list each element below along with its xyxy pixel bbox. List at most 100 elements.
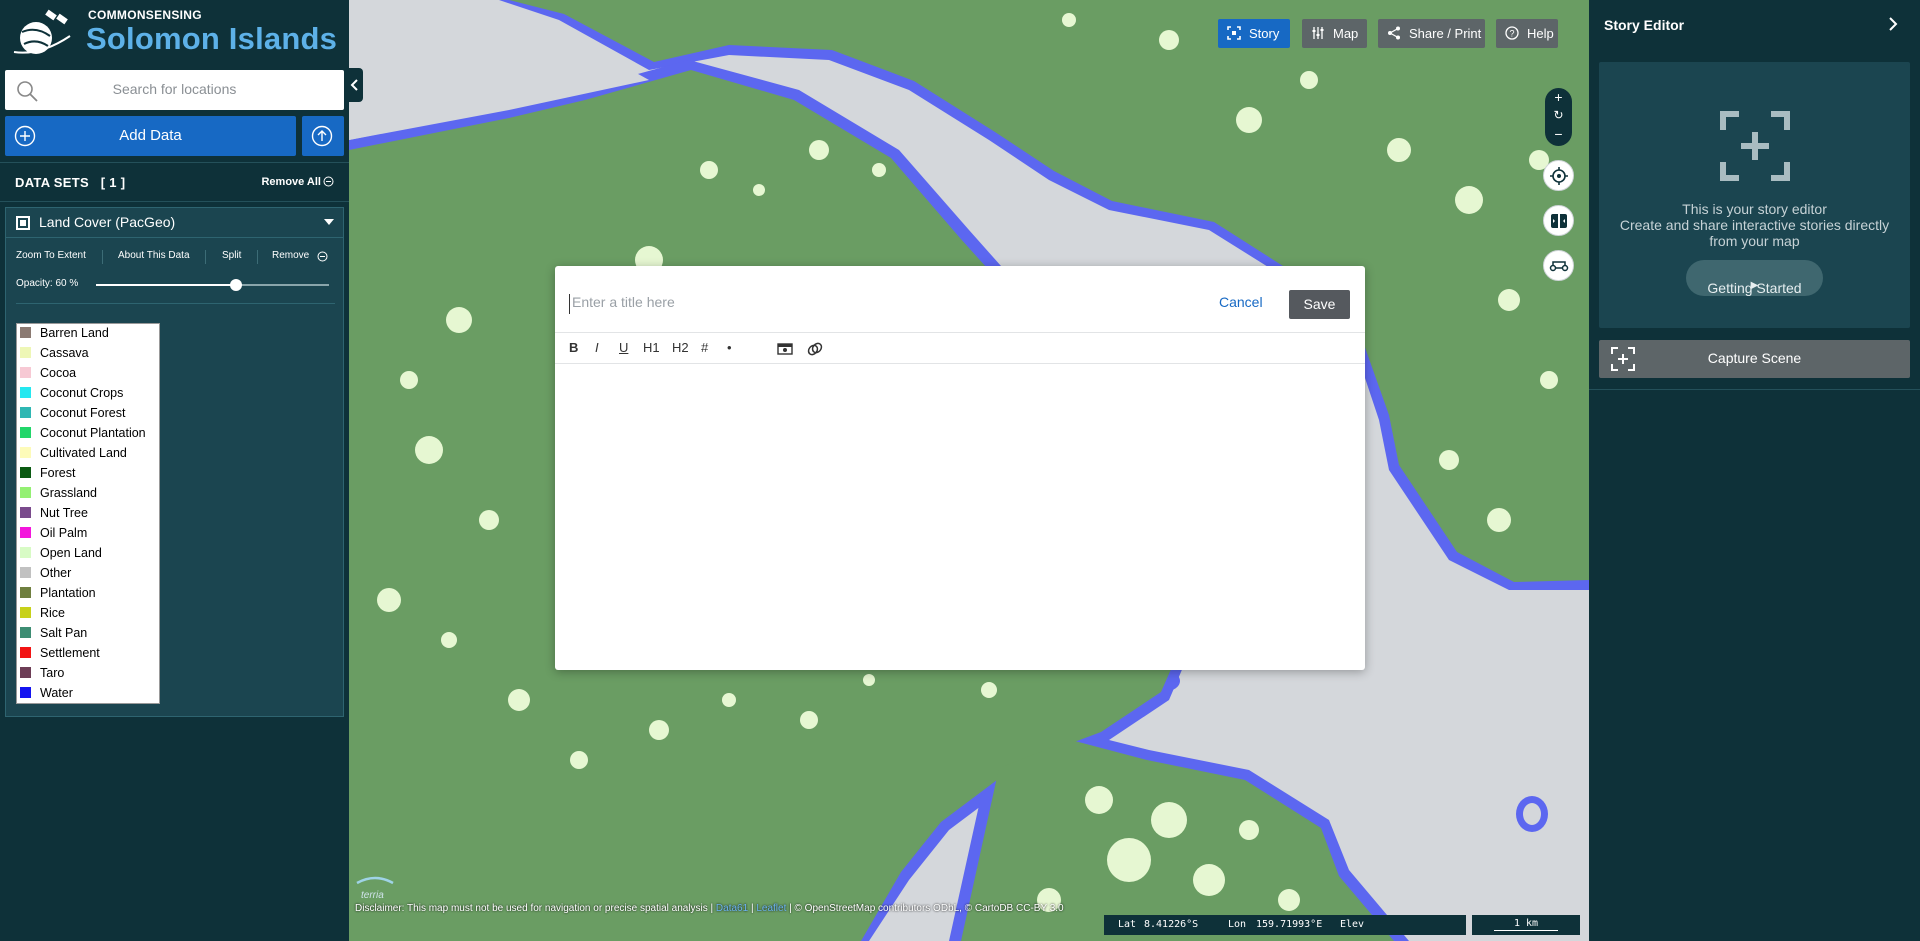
legend-label: Cultivated Land [40,446,127,460]
brand-header[interactable]: COMMONSENSING Solomon Islands [0,0,349,66]
split-button[interactable]: Split [222,250,241,261]
legend-swatch [20,387,31,398]
data61-link[interactable]: Data61 [716,903,748,914]
capture-scene-button[interactable]: Capture Scene [1599,340,1910,378]
italic-button[interactable]: I [595,340,599,358]
dataset-name: Land Cover (PacGeo) [39,214,176,230]
lat-value: 8.41226°S [1144,919,1199,930]
story-body-editor[interactable] [555,364,1365,670]
legend-label: Nut Tree [40,506,88,520]
legend-item: Settlement [17,644,159,664]
legend-swatch [20,527,31,538]
heading2-button[interactable]: H2 [672,340,689,358]
heading1-button[interactable]: H1 [643,340,660,358]
opacity-label: Opacity: 60 % [16,278,79,289]
disclaimer-text: Disclaimer: This map must not be used fo… [355,903,708,914]
terria-label: terria [361,890,384,901]
story-editor-title: Story Editor [1604,17,1685,33]
numbered-list-button[interactable]: # [701,340,708,358]
legend-swatch [20,367,31,378]
legend-label: Forest [40,466,76,480]
legend-swatch [20,407,31,418]
legend-swatch [20,667,31,678]
chevron-right-icon[interactable] [1888,17,1898,31]
legend-label: Oil Palm [40,526,88,540]
intro-line-1: This is your story editor [1682,201,1827,217]
locate-me-button[interactable] [1543,160,1574,191]
legend-item: Water [17,684,159,704]
refresh-icon[interactable]: ↻ [1545,108,1572,122]
crosshair-icon [1550,167,1568,185]
legend-label: Coconut Forest [40,406,126,420]
cancel-button[interactable]: Cancel [1219,294,1263,310]
zoom-out-icon[interactable]: − [1545,126,1572,142]
zoom-in-icon[interactable]: + [1545,89,1572,105]
attribution-bar: Disclaimer: This map must not be used fo… [355,903,1064,914]
getting-started-button[interactable]: ▶ Getting Started [1686,260,1823,296]
sliders-icon [1312,27,1324,39]
map-button-label: Map [1333,26,1359,41]
legend-swatch [20,587,31,598]
legend-item: Cocoa [17,364,159,384]
remove-all-button[interactable]: Remove All [261,176,321,188]
share-print-button[interactable]: Share / Print [1378,19,1485,48]
about-this-data-button[interactable]: About This Data [118,250,190,261]
chevron-left-icon [350,79,358,91]
split-view-button[interactable] [1543,205,1574,236]
leaflet-link[interactable]: Leaflet [756,903,786,914]
map-settings-button[interactable]: Map [1302,19,1367,48]
legend-item: Barren Land [17,324,159,344]
dataset-item: Land Cover (PacGeo) Zoom To Extent About… [5,207,344,717]
location-search[interactable]: Search for locations [5,70,344,110]
story-editor-modal: Enter a title here Cancel Save B I U H1 … [555,266,1365,670]
legend-label: Open Land [40,546,102,560]
legend-item: Taro [17,664,159,684]
zoom-to-extent-button[interactable]: Zoom To Extent [16,250,86,261]
scale-bar: 1 km [1472,915,1580,935]
image-icon[interactable] [777,342,793,356]
story-title-input[interactable]: Enter a title here [569,294,1169,314]
legend-label: Rice [40,606,66,620]
legend-label: Barren Land [40,326,109,340]
opacity-slider[interactable] [96,279,329,291]
legend-swatch [20,687,31,698]
story-intro-card: This is your story editor Create and sha… [1599,62,1910,328]
lon-label: Lon [1228,919,1247,930]
bold-button[interactable]: B [569,340,578,358]
legend-item: Other [17,564,159,584]
upload-button[interactable] [302,116,344,156]
save-label: Save [1303,296,1336,312]
brand-subtitle: COMMONSENSING [88,8,202,22]
remove-all-icon[interactable] [323,176,334,187]
legend-item: Cultivated Land [17,444,159,464]
underline-button[interactable]: U [619,340,628,358]
legend-item: Plantation [17,584,159,604]
legend-item: Cassava [17,344,159,364]
remove-icon[interactable] [317,251,328,262]
save-button[interactable]: Save [1289,290,1350,319]
legend-label: Cassava [40,346,89,360]
legend-swatch [20,427,31,438]
datasets-header: DATA SETS [ 1 ] Remove All [0,162,349,202]
dataset-title-row[interactable]: Land Cover (PacGeo) [6,208,343,238]
split-icon [1551,214,1567,228]
add-data-button[interactable]: Add Data [5,116,296,156]
terria-logo[interactable]: terria [355,873,395,901]
legend-label: Other [40,566,72,580]
measure-button[interactable] [1543,250,1574,281]
legend-swatch [20,447,31,458]
search-input[interactable]: Search for locations [5,81,344,97]
story-editor-panel: Story Editor This is your story editor C… [1589,0,1920,941]
help-button[interactable]: ? Help [1496,19,1558,48]
collapse-panel-button[interactable] [347,68,363,102]
chevron-down-icon[interactable] [324,219,334,225]
remove-button[interactable]: Remove [272,250,309,261]
legend-item: Salt Pan [17,624,159,644]
story-button[interactable]: Story [1218,19,1290,48]
opacity-slider-handle[interactable] [229,279,242,291]
intro-line-2: Create and share interactive stories dir… [1619,217,1890,249]
dataset-visibility-checkbox[interactable] [16,216,30,230]
bullet-list-button[interactable]: • [727,340,732,358]
legend-item: Coconut Plantation [17,424,159,444]
link-icon[interactable] [807,342,823,356]
